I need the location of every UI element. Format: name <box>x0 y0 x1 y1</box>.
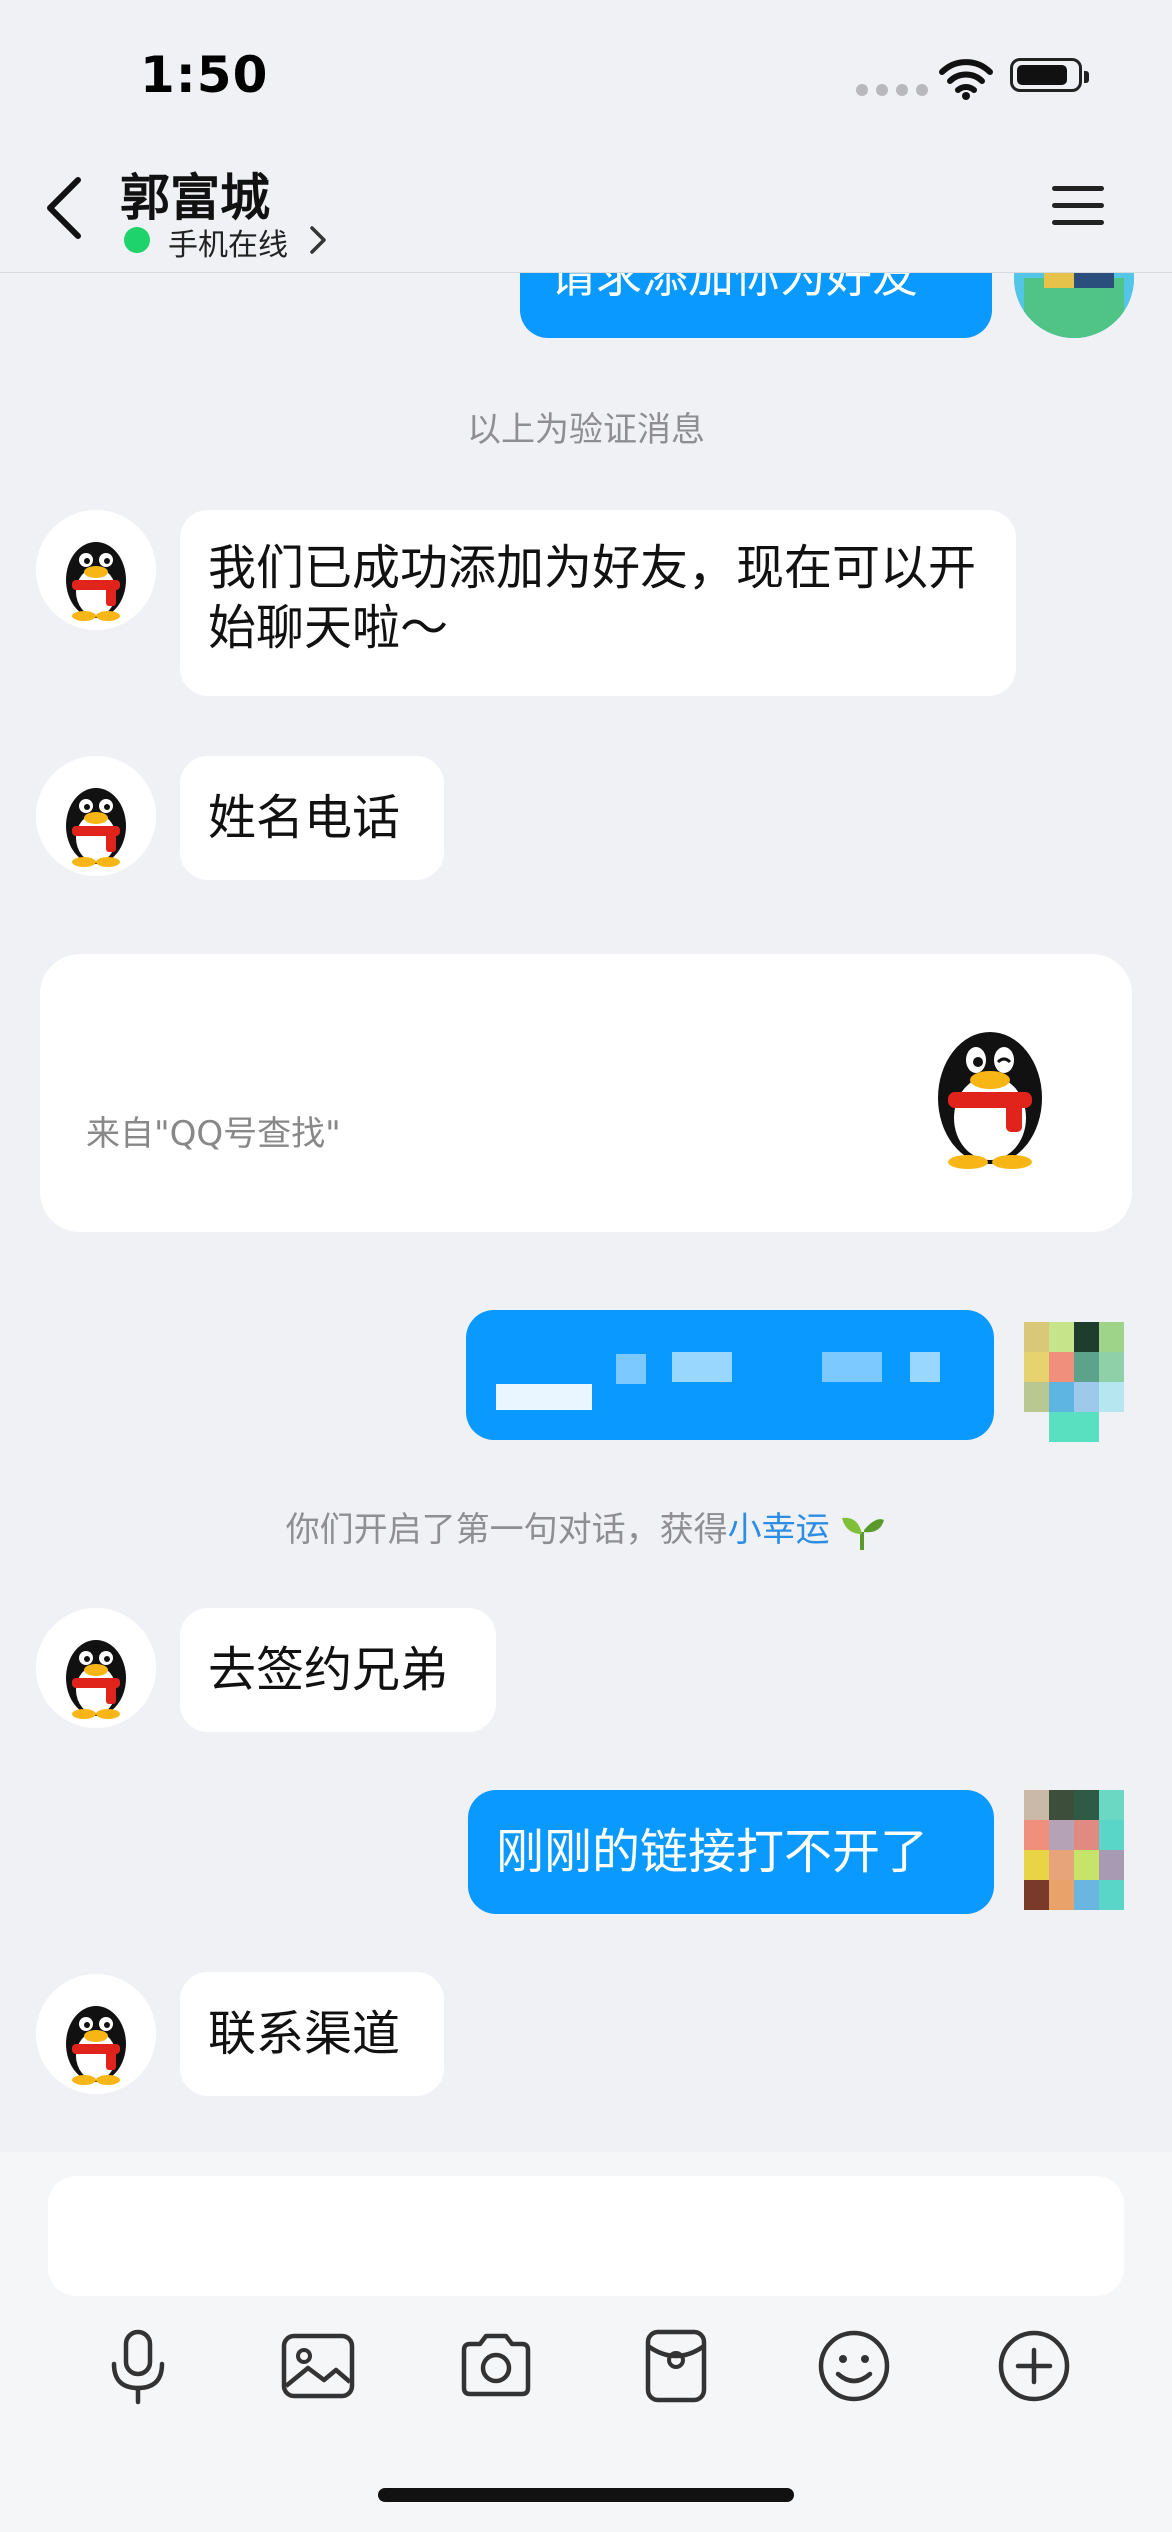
message-bubble-incoming[interactable]: 去签约兄弟 <box>180 1608 496 1732</box>
emoji-icon[interactable] <box>814 2326 894 2406</box>
contact-avatar[interactable] <box>36 510 156 630</box>
penguin-icon <box>36 756 156 876</box>
my-avatar[interactable] <box>1014 1790 1134 1910</box>
online-status-text[interactable]: 手机在线 <box>168 220 288 264</box>
qq-penguin-icon <box>938 1032 1042 1169</box>
microphone-icon[interactable] <box>98 2326 178 2406</box>
back-arrow-icon[interactable] <box>36 170 96 246</box>
wifi-icon <box>939 59 993 100</box>
message-input[interactable] <box>48 2176 1124 2296</box>
pixelated-avatar-icon <box>1024 1790 1124 1910</box>
my-avatar[interactable] <box>1014 1322 1134 1442</box>
contact-avatar[interactable] <box>36 1974 156 2094</box>
contact-avatar[interactable] <box>36 1608 156 1728</box>
cellular-signal-icon <box>856 84 928 96</box>
sprout-icon <box>842 1517 885 1550</box>
penguin-icon <box>36 1974 156 2094</box>
first-conversation-notice: 你们开启了第一句对话，获得小幸运 <box>0 1502 1172 1552</box>
menu-icon[interactable] <box>1050 182 1106 230</box>
lucky-link[interactable]: 小幸运 <box>728 1510 830 1550</box>
verification-notice: 以上为验证消息 <box>467 410 705 450</box>
penguin-icon <box>36 510 156 630</box>
red-packet-icon[interactable] <box>636 2326 716 2406</box>
message-bubble-outgoing-redacted[interactable] <box>466 1310 994 1440</box>
image-icon[interactable] <box>278 2326 358 2406</box>
online-status-dot <box>124 227 150 253</box>
message-bubble-incoming[interactable]: 我们已成功添加为好友，现在可以开始聊天啦～ <box>180 510 1016 696</box>
message-bubble-incoming[interactable]: 联系渠道 <box>180 1972 444 2096</box>
chevron-right-icon[interactable] <box>306 222 330 258</box>
home-indicator[interactable] <box>378 2488 794 2502</box>
message-bubble-outgoing[interactable]: 刚刚的链接打不开了 <box>468 1790 994 1914</box>
message-bubble-incoming[interactable]: 姓名电话 <box>180 756 444 880</box>
plus-icon[interactable] <box>994 2326 1074 2406</box>
battery-icon <box>1010 58 1089 92</box>
contact-avatar[interactable] <box>36 756 156 876</box>
status-time: 1:50 <box>140 46 269 104</box>
penguin-icon <box>36 1608 156 1728</box>
pixelated-avatar-icon <box>1024 1322 1124 1442</box>
camera-icon[interactable] <box>456 2326 536 2406</box>
card-source-label: 来自"QQ号查找" <box>86 1114 341 1154</box>
